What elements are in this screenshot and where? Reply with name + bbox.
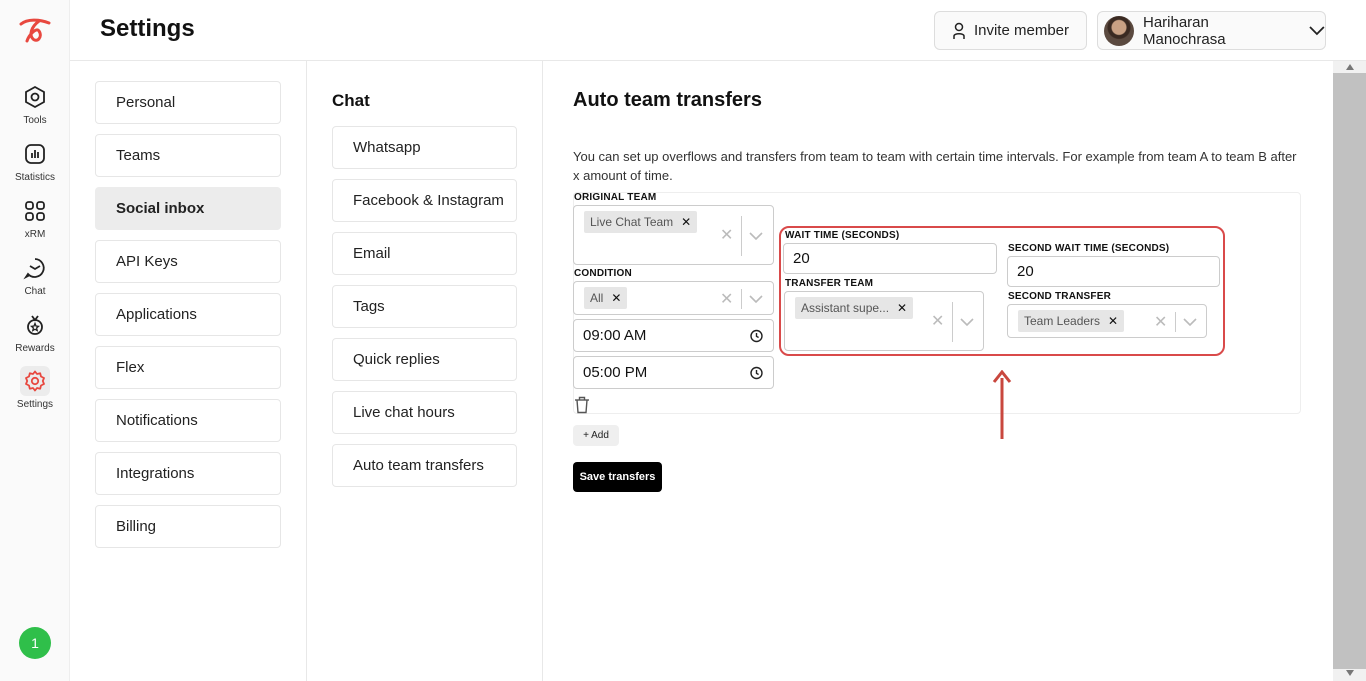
submenu-item-email[interactable]: Email [332, 232, 517, 275]
original-team-chip: Live Chat Team ✕ [584, 211, 698, 233]
trash-icon[interactable] [574, 396, 590, 414]
app-logo[interactable] [17, 15, 53, 45]
chat-submenu: Chat Whatsapp Facebook & Instagram Email… [307, 61, 543, 681]
start-time-value: 09:00 AM [583, 327, 647, 344]
xrm-grid-icon [20, 196, 50, 226]
top-bar: Settings Invite member Hariharan Manochr… [70, 0, 1366, 61]
tools-hexagon-icon [20, 82, 50, 112]
original-team-label: ORIGINAL TEAM [574, 192, 657, 203]
page-scrollbar[interactable] [1333, 61, 1366, 681]
invite-member-button[interactable]: Invite member [934, 11, 1087, 50]
page-title: Settings [100, 15, 195, 42]
user-name: Hariharan Manochrasa [1143, 13, 1226, 48]
chip-label: Live Chat Team [590, 215, 674, 229]
start-time-input[interactable]: 09:00 AM [573, 319, 774, 352]
condition-label: CONDITION [574, 268, 632, 279]
rail-label: xRM [24, 229, 46, 240]
user-menu-button[interactable]: Hariharan Manochrasa [1097, 11, 1326, 50]
rail-item-chat[interactable]: Chat [0, 253, 70, 297]
menu-item-social-inbox[interactable]: Social inbox [95, 187, 281, 230]
menu-item-flex[interactable]: Flex [95, 346, 281, 389]
select-separator [741, 289, 742, 309]
chat-bubble-icon [20, 253, 50, 283]
submenu-item-auto-team-transfers[interactable]: Auto team transfers [332, 444, 517, 487]
menu-item-applications[interactable]: Applications [95, 293, 281, 336]
chevron-down-icon [1309, 25, 1325, 35]
submenu-item-whatsapp[interactable]: Whatsapp [332, 126, 517, 169]
rail-label: Chat [24, 286, 46, 297]
scroll-thumb[interactable] [1333, 73, 1366, 669]
submenu-item-tags[interactable]: Tags [332, 285, 517, 328]
chevron-down-icon[interactable] [749, 295, 763, 303]
scroll-up-arrow[interactable] [1333, 61, 1366, 73]
notification-badge[interactable]: 1 [19, 627, 51, 659]
select-separator [741, 216, 742, 256]
submenu-item-quick-replies[interactable]: Quick replies [332, 338, 517, 381]
rail-label: Statistics [14, 172, 55, 183]
menu-item-api-keys[interactable]: API Keys [95, 240, 281, 283]
chip-remove-icon[interactable]: ✕ [681, 215, 691, 229]
rail-item-tools[interactable]: Tools [0, 82, 70, 126]
menu-item-notifications[interactable]: Notifications [95, 399, 281, 442]
avatar [1104, 15, 1134, 46]
scroll-down-arrow[interactable] [1333, 667, 1366, 679]
gear-icon [20, 366, 50, 396]
rail-item-statistics[interactable]: Statistics [0, 139, 70, 183]
menu-item-teams[interactable]: Teams [95, 134, 281, 177]
rail-label: Tools [23, 115, 47, 126]
submenu-item-live-chat-hours[interactable]: Live chat hours [332, 391, 517, 434]
arrow-up-annotation [992, 370, 1012, 439]
highlight-box-annotation [779, 226, 1225, 356]
clock-icon[interactable] [750, 366, 763, 379]
rail-item-xrm[interactable]: xRM [0, 196, 70, 240]
end-time-input[interactable]: 05:00 PM [573, 356, 774, 389]
original-team-select[interactable]: Live Chat Team ✕ ✕ [573, 205, 774, 265]
rail-item-settings[interactable]: Settings [0, 366, 70, 410]
rail-label: Settings [16, 399, 54, 410]
add-rule-button[interactable]: + Add [573, 425, 619, 446]
rail-item-rewards[interactable]: Rewards [0, 310, 70, 354]
condition-select[interactable]: All ✕ ✕ [573, 281, 774, 315]
settings-menu: Personal Teams Social inbox API Keys App… [70, 61, 307, 681]
chip-remove-icon[interactable]: ✕ [611, 291, 621, 305]
menu-item-integrations[interactable]: Integrations [95, 452, 281, 495]
content-description: You can set up overflows and transfers f… [573, 149, 1297, 183]
condition-chip: All ✕ [584, 287, 628, 309]
person-icon [953, 22, 965, 39]
chevron-down-icon[interactable] [749, 232, 763, 240]
rewards-badge-icon [20, 310, 50, 340]
submenu-item-facebook-instagram[interactable]: Facebook & Instagram [332, 179, 517, 222]
content-title: Auto team transfers [573, 89, 762, 111]
clear-icon[interactable]: ✕ [720, 225, 733, 245]
submenu-title: Chat [332, 91, 370, 110]
app-rail: Tools Statistics xRM Chat Rewards Settin… [0, 0, 70, 681]
clear-icon[interactable]: ✕ [720, 289, 733, 309]
menu-item-personal[interactable]: Personal [95, 81, 281, 124]
main-content: Auto team transfers You can set up overf… [543, 61, 1333, 681]
clock-icon[interactable] [750, 329, 763, 342]
statistics-chart-icon [20, 139, 50, 169]
rail-label: Rewards [15, 343, 55, 354]
save-transfers-button[interactable]: Save transfers [573, 462, 662, 492]
end-time-value: 05:00 PM [583, 364, 648, 381]
invite-member-label: Invite member [973, 22, 1070, 39]
chip-label: All [590, 291, 604, 305]
menu-item-billing[interactable]: Billing [95, 505, 281, 548]
